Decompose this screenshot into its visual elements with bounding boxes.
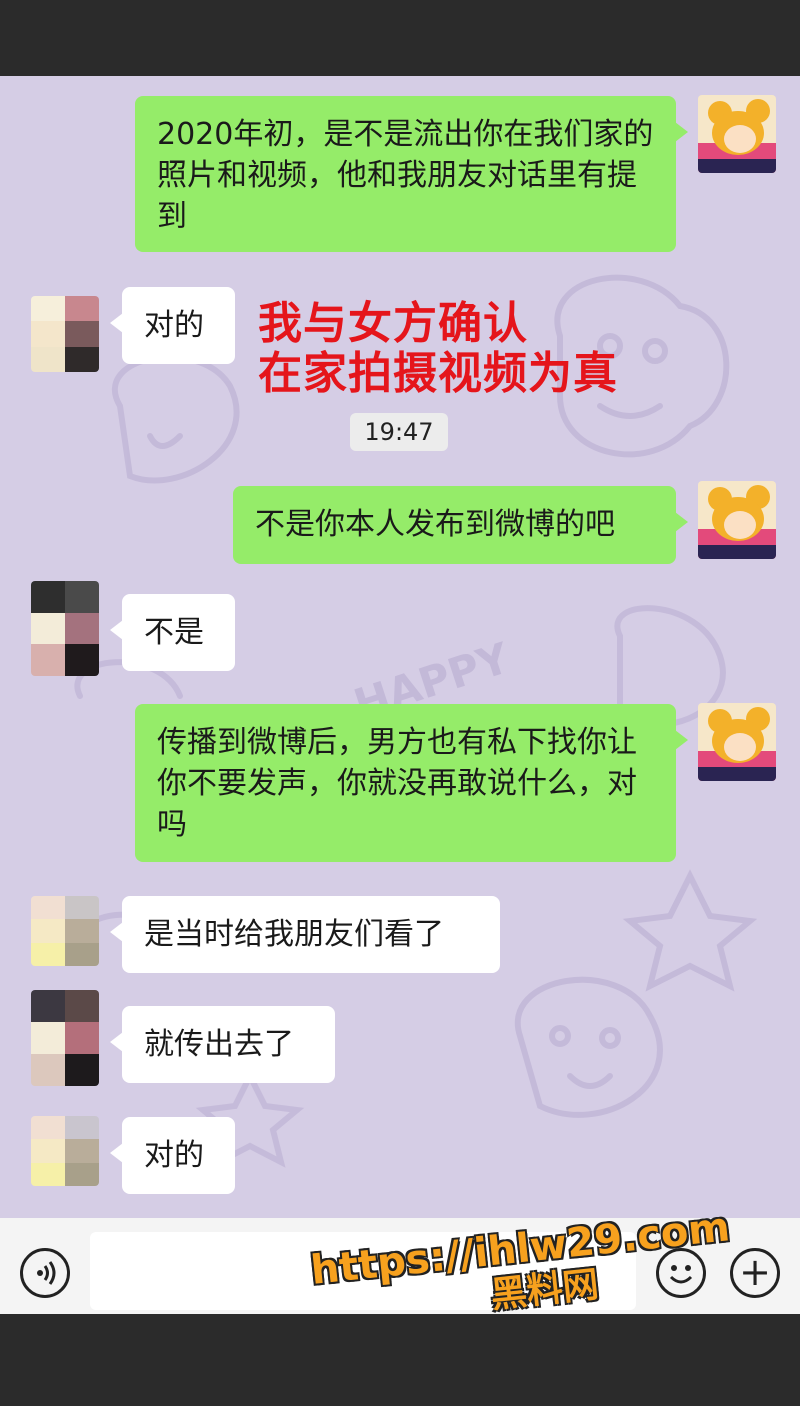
voice-button[interactable] [20, 1248, 70, 1298]
message-incoming[interactable]: 是当时给我朋友们看了 [110, 896, 500, 973]
chat-area[interactable]: HAPPY 2020年初，是不是流出你在我们家的照片和视频，他和我朋友对话里有提… [0, 76, 800, 1218]
plus-icon: + [739, 1250, 771, 1294]
contact-avatar[interactable] [31, 296, 99, 372]
message-outgoing[interactable]: 不是你本人发布到微博的吧 [233, 486, 688, 564]
blurred-avatar-icon [31, 581, 99, 676]
self-avatar[interactable] [698, 481, 776, 559]
self-avatar[interactable] [698, 703, 776, 781]
message-text: 2020年初，是不是流出你在我们家的照片和视频，他和我朋友对话里有提到 [157, 117, 654, 234]
self-avatar[interactable] [698, 95, 776, 173]
message-text: 不是 [144, 615, 204, 650]
message-incoming[interactable]: 就传出去了 [110, 1006, 335, 1083]
annotation-line-1: 我与女方确认 [258, 298, 528, 349]
contact-avatar[interactable] [31, 990, 99, 1086]
red-annotation: 我与女方确认 在家拍摄视频为真 [258, 299, 618, 399]
contact-avatar[interactable] [31, 581, 99, 676]
blurred-avatar-icon [31, 296, 99, 372]
anime-avatar-icon [698, 481, 776, 559]
blurred-avatar-icon [31, 1116, 99, 1186]
blurred-avatar-icon [31, 896, 99, 966]
message-incoming[interactable]: 对的 [110, 287, 235, 364]
message-text: 传播到微博后，男方也有私下找你让你不要发声，你就没再敢说什么，对吗 [157, 725, 637, 842]
message-text: 对的 [144, 308, 204, 343]
annotation-line-2: 在家拍摄视频为真 [258, 348, 618, 399]
voice-icon [37, 1261, 56, 1285]
contact-avatar[interactable] [31, 896, 99, 966]
anime-avatar-icon [698, 703, 776, 781]
bottom-bar [0, 1314, 800, 1406]
message-outgoing[interactable]: 传播到微博后，男方也有私下找你让你不要发声，你就没再敢说什么，对吗 [135, 704, 688, 862]
timestamp: 19:47 [350, 413, 448, 451]
blurred-avatar-icon [31, 990, 99, 1086]
message-incoming[interactable]: 对的 [110, 1117, 235, 1194]
anime-avatar-icon [698, 95, 776, 173]
contact-avatar[interactable] [31, 1116, 99, 1186]
message-text: 对的 [144, 1138, 204, 1173]
message-outgoing[interactable]: 2020年初，是不是流出你在我们家的照片和视频，他和我朋友对话里有提到 [135, 96, 688, 252]
message-text: 不是你本人发布到微博的吧 [255, 507, 615, 542]
message-incoming[interactable]: 不是 [110, 594, 235, 671]
message-text: 是当时给我朋友们看了 [144, 917, 444, 952]
message-text: 就传出去了 [144, 1027, 294, 1062]
top-bar [0, 0, 800, 76]
plus-button[interactable]: + [730, 1248, 780, 1298]
